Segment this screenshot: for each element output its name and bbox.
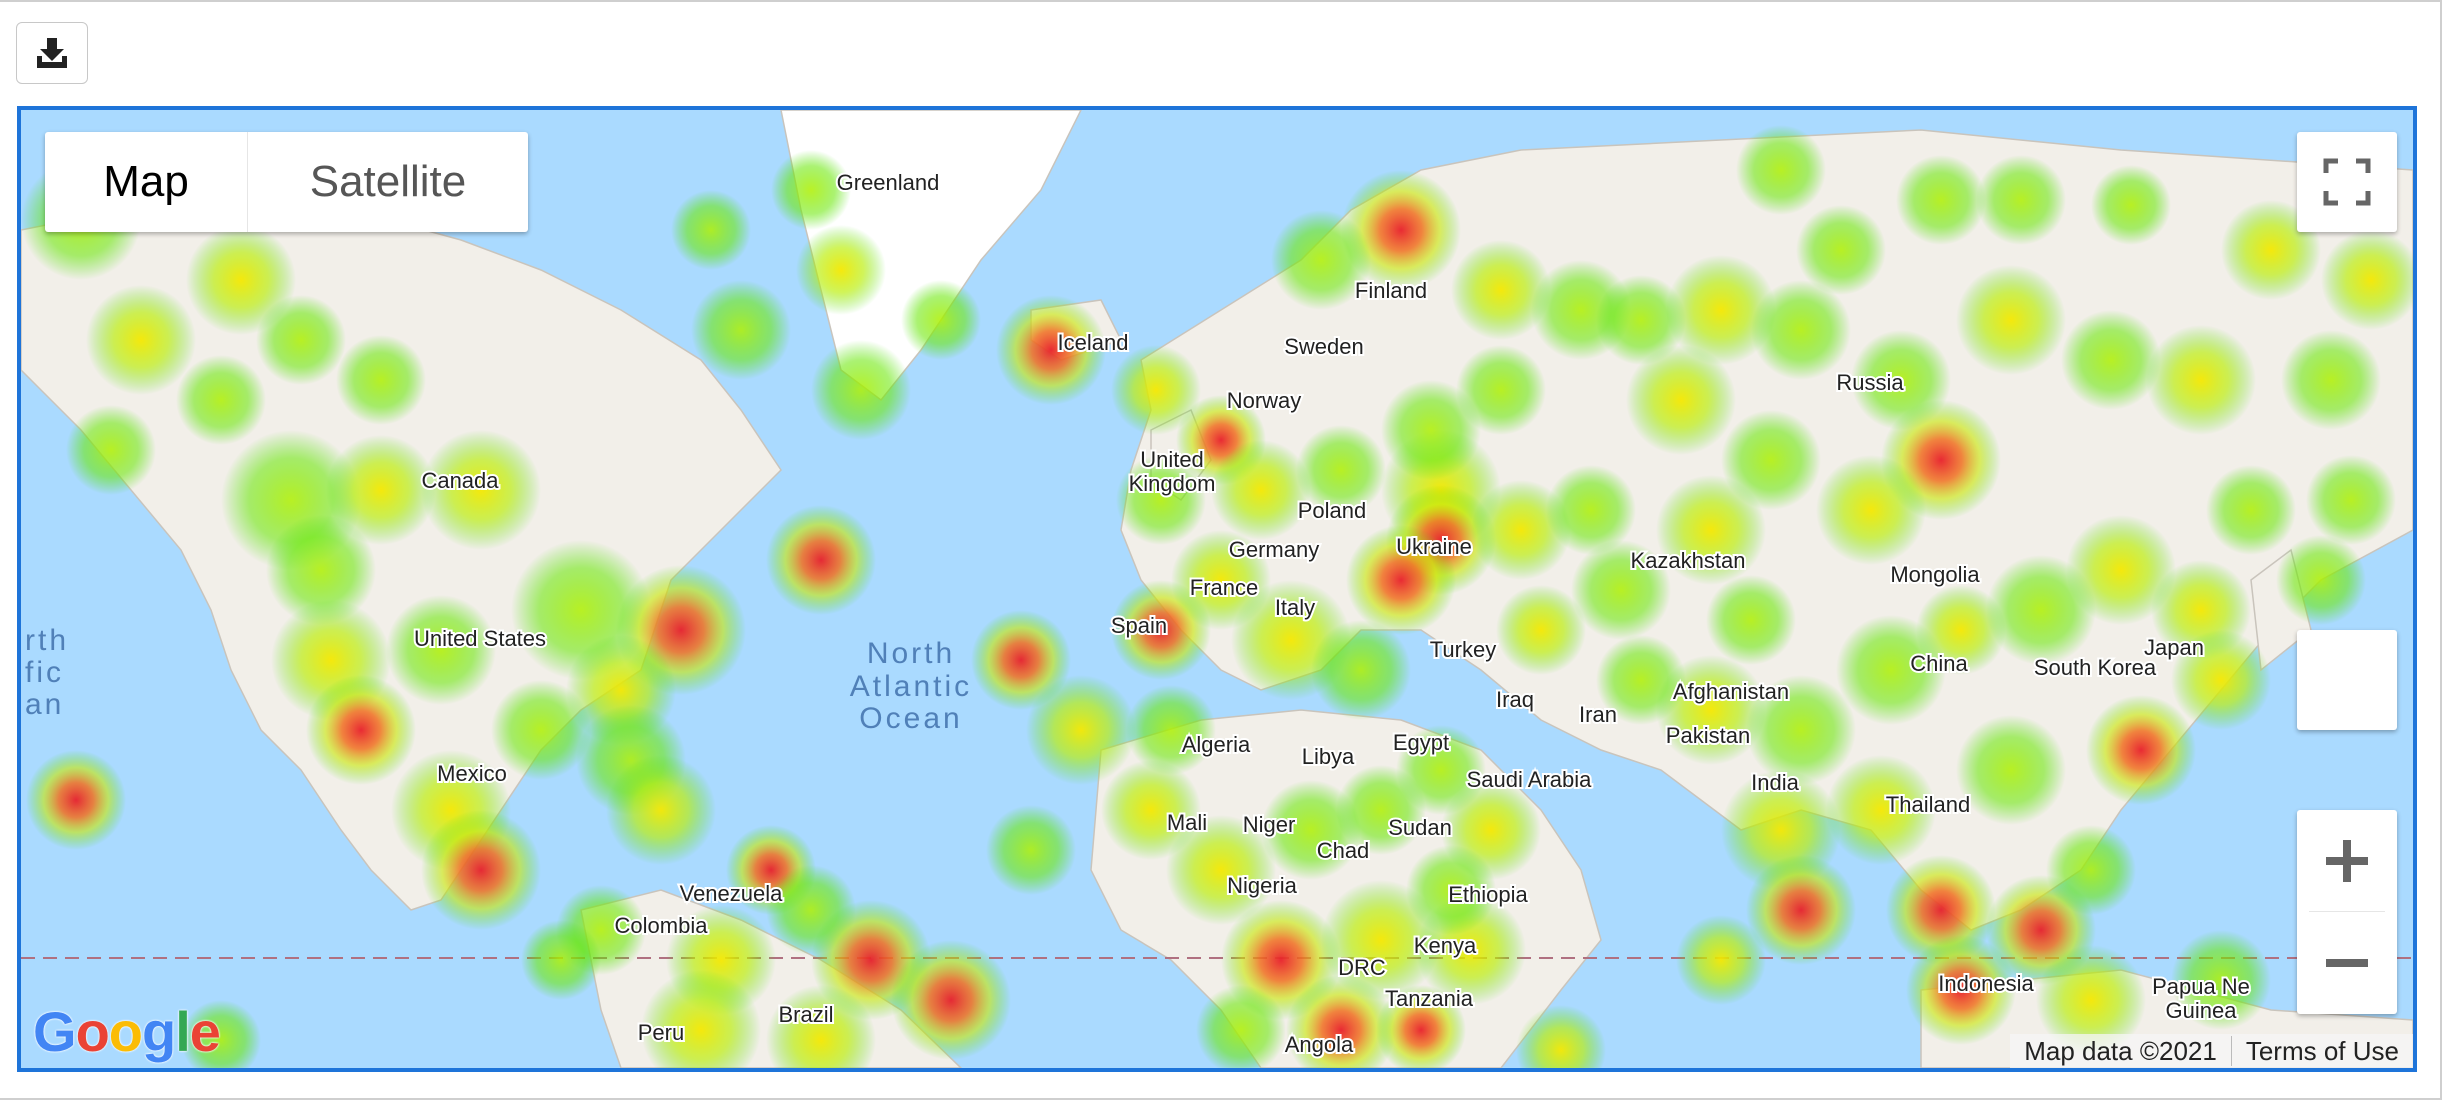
label-north-atlantic-1: North — [867, 637, 955, 670]
label-united-kingdom-1: United — [1140, 447, 1204, 472]
label-united-states: United States — [414, 626, 546, 651]
google-logo-letter: e — [189, 1000, 221, 1063]
label-greenland: Greenland — [837, 170, 940, 195]
label-mali: Mali — [1167, 810, 1207, 835]
label-north-atlantic-3: Ocean — [859, 702, 962, 735]
label-kazakhstan: Kazakhstan — [1631, 548, 1746, 573]
label-ukraine: Ukraine — [1396, 534, 1472, 559]
label-finland: Finland — [1355, 278, 1427, 303]
map-canvas[interactable]: Greenland Iceland Finland Sweden Norway … — [21, 110, 2413, 1068]
label-japan: Japan — [2144, 635, 2204, 660]
label-nigeria: Nigeria — [1227, 873, 1297, 898]
attribution-bar: Map data ©2021 Terms of Use — [2010, 1034, 2413, 1068]
google-logo-letters: Google — [33, 1000, 221, 1063]
label-mongolia: Mongolia — [1890, 562, 1980, 587]
label-brazil: Brazil — [778, 1002, 833, 1027]
label-pakistan: Pakistan — [1666, 723, 1750, 748]
label-iraq: Iraq — [1496, 687, 1534, 712]
label-libya: Libya — [1302, 744, 1355, 769]
label-poland: Poland — [1298, 498, 1367, 523]
label-angola: Angola — [1285, 1032, 1354, 1057]
label-tanzania: Tanzania — [1385, 986, 1474, 1011]
google-logo-letter: G — [33, 1000, 77, 1063]
map-type-map-button[interactable]: Map — [45, 132, 248, 232]
label-egypt: Egypt — [1393, 730, 1449, 755]
google-logo-letter: o — [75, 1000, 110, 1063]
fullscreen-icon — [2323, 158, 2371, 206]
label-north-atlantic-2: Atlantic — [850, 670, 972, 703]
label-germany: Germany — [1229, 537, 1319, 562]
fullscreen-button[interactable] — [2297, 132, 2397, 232]
label-indonesia: Indonesia — [1938, 971, 2034, 996]
label-sweden: Sweden — [1284, 334, 1364, 359]
google-logo-letter: o — [108, 1000, 143, 1063]
label-ethiopia: Ethiopia — [1448, 882, 1528, 907]
label-afghanistan: Afghanistan — [1673, 679, 1789, 704]
label-kenya: Kenya — [1414, 933, 1477, 958]
label-china: China — [1910, 651, 1968, 676]
label-turkey: Turkey — [1430, 637, 1496, 662]
minus-icon — [2326, 958, 2368, 967]
label-iran: Iran — [1579, 702, 1617, 727]
heatmap-map[interactable]: Greenland Iceland Finland Sweden Norway … — [17, 106, 2417, 1072]
download-icon — [37, 38, 67, 68]
label-chad: Chad — [1317, 838, 1370, 863]
map-type-satellite-button[interactable]: Satellite — [248, 132, 528, 232]
label-pacific-1: rth — [25, 624, 69, 657]
label-saudi-arabia: Saudi Arabia — [1467, 767, 1593, 792]
label-italy: Italy — [1275, 595, 1315, 620]
terms-of-use-link[interactable]: Terms of Use — [2232, 1036, 2413, 1067]
street-view-button[interactable] — [2297, 630, 2397, 730]
label-algeria: Algeria — [1182, 732, 1251, 757]
zoom-out-button[interactable] — [2297, 912, 2397, 1013]
plus-icon — [2326, 839, 2368, 882]
label-thailand: Thailand — [1886, 792, 1970, 817]
zoom-control — [2297, 810, 2397, 1014]
label-spain: Spain — [1111, 613, 1167, 638]
label-canada: Canada — [421, 468, 499, 493]
label-india: India — [1751, 770, 1799, 795]
google-logo[interactable]: Google — [33, 999, 221, 1064]
label-venezuela: Venezuela — [680, 881, 784, 906]
label-south-korea: South Korea — [2034, 655, 2157, 680]
label-colombia: Colombia — [615, 913, 709, 938]
map-data-credit: Map data ©2021 — [2024, 1035, 2217, 1066]
label-iceland: Iceland — [1058, 330, 1129, 355]
map-type-control: Map Satellite — [45, 132, 528, 232]
label-united-kingdom-2: Kingdom — [1129, 471, 1216, 496]
label-papua-1: Papua Ne — [2152, 974, 2250, 999]
label-drc: DRC — [1338, 955, 1386, 980]
label-sudan: Sudan — [1388, 815, 1452, 840]
label-norway: Norway — [1227, 388, 1302, 413]
label-pacific-2: fic — [25, 656, 64, 689]
label-russia: Russia — [1836, 370, 1904, 395]
label-papua-2: Guinea — [2166, 998, 2238, 1023]
zoom-in-button[interactable] — [2297, 810, 2397, 911]
google-logo-letter: l — [175, 1000, 191, 1063]
label-france: France — [1190, 575, 1258, 600]
label-niger: Niger — [1243, 812, 1296, 837]
label-pacific-3: an — [25, 688, 64, 721]
label-peru: Peru — [638, 1020, 684, 1045]
label-mexico: Mexico — [437, 761, 507, 786]
google-logo-letter: g — [142, 1000, 176, 1063]
download-button[interactable] — [16, 22, 88, 84]
